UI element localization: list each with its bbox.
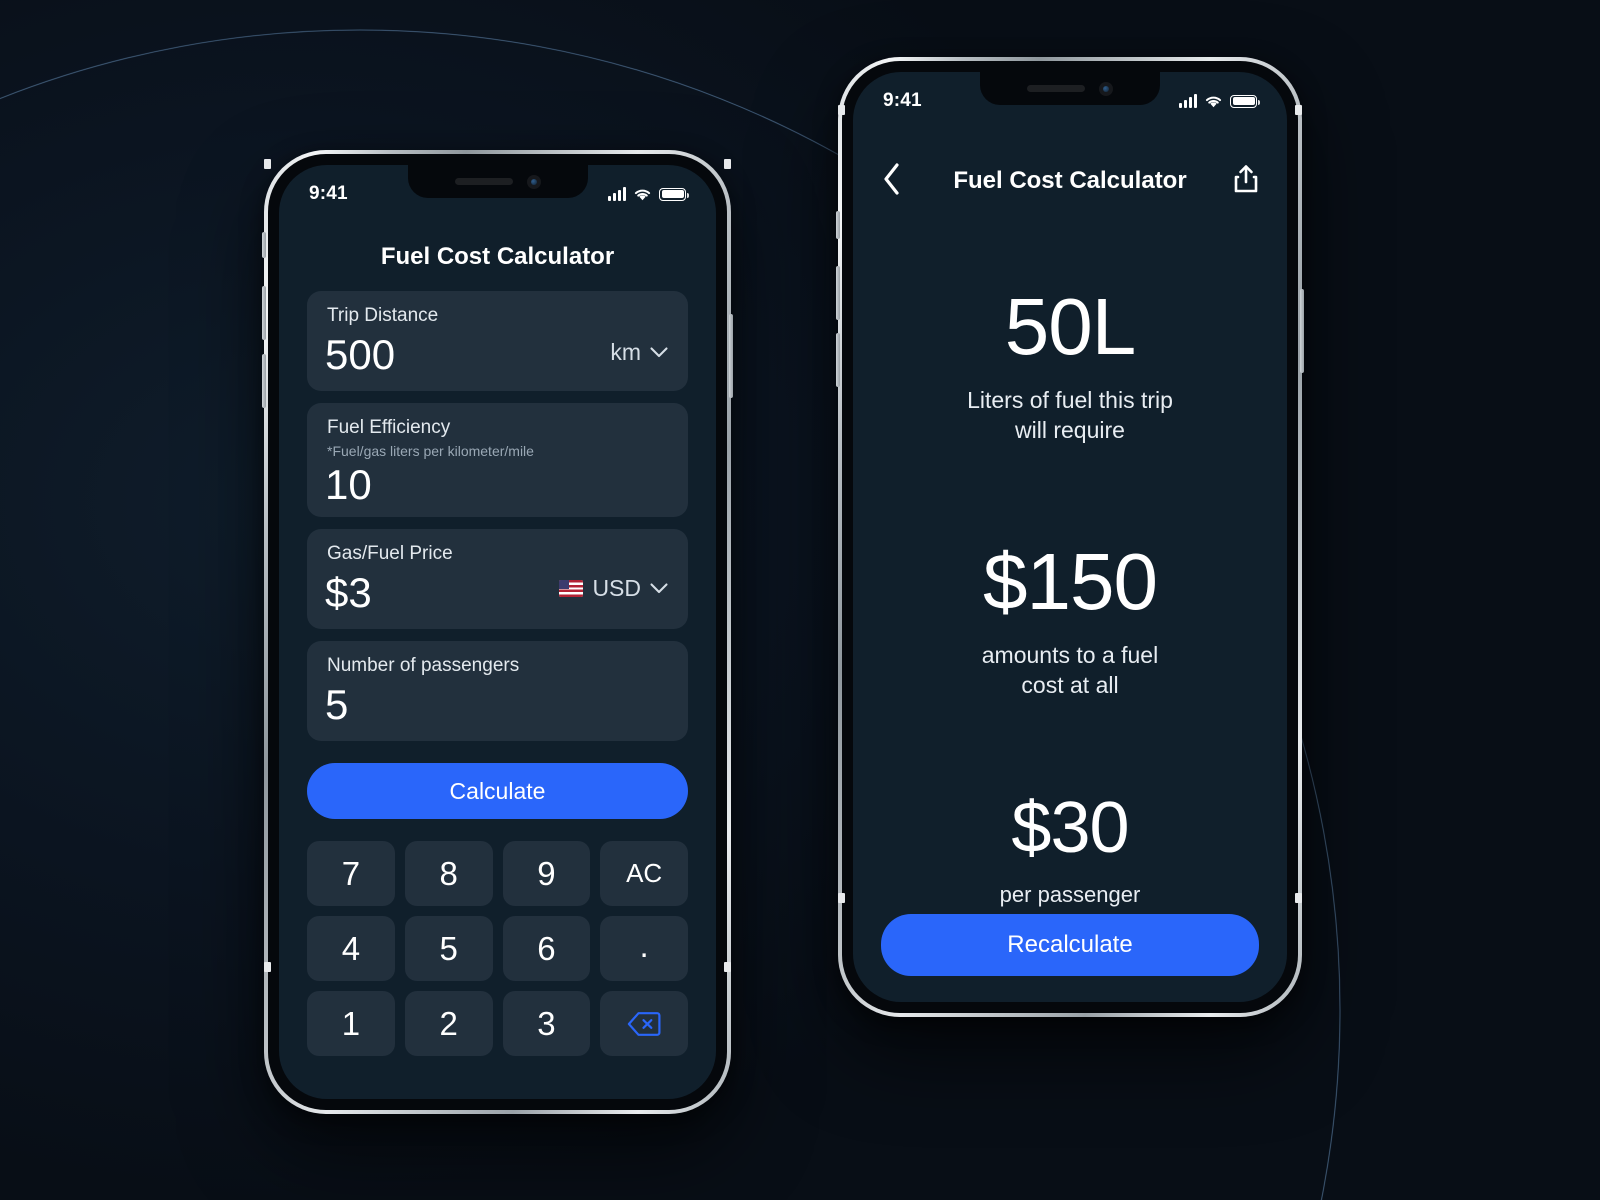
status-bar: 9:41: [279, 183, 716, 205]
keypad-key-decimal[interactable]: .: [600, 916, 688, 981]
frame-seam: [264, 159, 271, 169]
back-button[interactable]: [881, 162, 903, 201]
results-list: 50L Liters of fuel this trip will requir…: [893, 287, 1247, 909]
keypad-key-label: 8: [439, 854, 458, 892]
wifi-icon: [1205, 96, 1222, 108]
volume-up-button[interactable]: [262, 286, 266, 340]
field-value: 5: [325, 681, 349, 728]
chevron-down-icon: [650, 583, 668, 594]
frame-seam: [724, 159, 731, 169]
recalculate-button[interactable]: Recalculate: [881, 914, 1259, 976]
battery-icon: [659, 187, 689, 201]
calculate-button-label: Calculate: [449, 777, 546, 804]
decorative-arc: [0, 29, 1341, 1200]
field-label: Fuel Efficiency: [327, 417, 451, 438]
currency-label: USD: [592, 575, 641, 601]
result-navbar: Fuel Cost Calculator: [853, 158, 1287, 204]
field-passengers[interactable]: Number of passengers 5: [307, 641, 688, 741]
field-hint: *Fuel/gas liters per kilometer/mile: [327, 443, 534, 459]
keypad-key-label: 6: [537, 929, 556, 967]
keypad-key-2[interactable]: 2: [404, 991, 493, 1056]
page-title: Fuel Cost Calculator: [380, 243, 615, 270]
volume-down-button[interactable]: [836, 333, 840, 387]
mute-switch[interactable]: [836, 211, 840, 239]
result-caption: Liters of fuel this trip will require: [967, 387, 1173, 444]
keypad-key-label: 9: [537, 854, 556, 892]
keypad-key-7[interactable]: 7: [307, 841, 395, 906]
keypad-key-label: .: [639, 927, 649, 964]
keypad-key-9[interactable]: 9: [502, 841, 591, 906]
result-screen: 9:41 Fuel Cost Calculator 50L Liters of …: [853, 72, 1287, 1002]
result-block: 50L Liters of fuel this trip will requir…: [893, 287, 1247, 446]
unit-selector-distance[interactable]: km: [610, 339, 668, 366]
us-flag-icon: [559, 580, 584, 597]
backspace-icon: [627, 1011, 661, 1036]
frame-seam: [1295, 105, 1302, 115]
result-caption: per passenger: [999, 882, 1141, 908]
frame-seam: [264, 962, 271, 972]
chevron-down-icon: [650, 347, 668, 358]
calculate-button[interactable]: Calculate: [307, 763, 688, 819]
result-caption: amounts to a fuel cost at all: [981, 641, 1159, 699]
keypad-key-backspace[interactable]: [600, 991, 688, 1056]
keypad-key-label: 5: [439, 929, 458, 967]
numeric-keypad: 7 8 9 AC 4 5 6 . 1 2 3: [307, 841, 688, 1056]
frame-seam: [724, 962, 731, 972]
result-block: $150 amounts to a fuel cost at all: [893, 536, 1247, 701]
volume-up-button[interactable]: [836, 266, 840, 320]
input-screen: 9:41 Fuel Cost Calculator Trip Distance …: [279, 165, 716, 1099]
field-label: Number of passengers: [327, 655, 520, 676]
keypad-key-label: 3: [537, 1004, 556, 1042]
status-bar: 9:41: [853, 90, 1287, 112]
currency-selector[interactable]: USD: [559, 575, 668, 602]
frame-seam: [1295, 893, 1302, 903]
phone-device-input: 9:41 Fuel Cost Calculator Trip Distance …: [262, 150, 733, 1114]
mute-switch[interactable]: [262, 232, 266, 258]
frame-seam: [838, 105, 845, 115]
keypad-key-label: 7: [341, 854, 361, 892]
power-button[interactable]: [729, 314, 733, 398]
field-gas-price[interactable]: Gas/Fuel Price $3 USD: [307, 529, 688, 629]
keypad-key-label: 2: [439, 1004, 458, 1042]
page-title: Fuel Cost Calculator: [953, 167, 1187, 194]
share-button[interactable]: [1233, 164, 1259, 199]
result-value: 50L: [1004, 282, 1136, 371]
result-value: $30: [1011, 788, 1129, 869]
status-time: 9:41: [883, 90, 922, 111]
keypad-key-label: 4: [341, 929, 361, 967]
keypad-key-label: 1: [341, 1004, 361, 1042]
wifi-icon: [634, 189, 651, 201]
keypad-key-6[interactable]: 6: [502, 916, 591, 981]
keypad-key-8[interactable]: 8: [404, 841, 493, 906]
keypad-key-3[interactable]: 3: [502, 991, 591, 1056]
keypad-key-5[interactable]: 5: [404, 916, 493, 981]
frame-seam: [838, 893, 845, 903]
field-label: Trip Distance: [327, 305, 439, 326]
keypad-key-label: AC: [626, 858, 663, 888]
result-value: $150: [983, 536, 1158, 626]
cellular-signal-icon: [1179, 93, 1197, 108]
recalculate-button-label: Recalculate: [1007, 931, 1133, 958]
power-button[interactable]: [1300, 289, 1304, 373]
result-block: $30 per passenger: [893, 792, 1247, 909]
keypad-key-clear[interactable]: AC: [600, 841, 688, 906]
field-value: $3: [325, 569, 372, 616]
field-value: 500: [325, 331, 396, 378]
volume-down-button[interactable]: [262, 354, 266, 408]
field-trip-distance[interactable]: Trip Distance 500 km: [307, 291, 688, 391]
battery-icon: [1230, 94, 1260, 108]
cellular-signal-icon: [608, 186, 626, 201]
keypad-key-1[interactable]: 1: [307, 991, 395, 1056]
keypad-key-4[interactable]: 4: [307, 916, 395, 981]
phone-device-result: 9:41 Fuel Cost Calculator 50L Liters of …: [836, 57, 1304, 1017]
status-time: 9:41: [309, 183, 348, 204]
unit-label: km: [610, 339, 641, 365]
field-label: Gas/Fuel Price: [327, 543, 453, 564]
field-value: 10: [325, 461, 372, 508]
field-fuel-efficiency[interactable]: Fuel Efficiency *Fuel/gas liters per kil…: [307, 403, 688, 517]
